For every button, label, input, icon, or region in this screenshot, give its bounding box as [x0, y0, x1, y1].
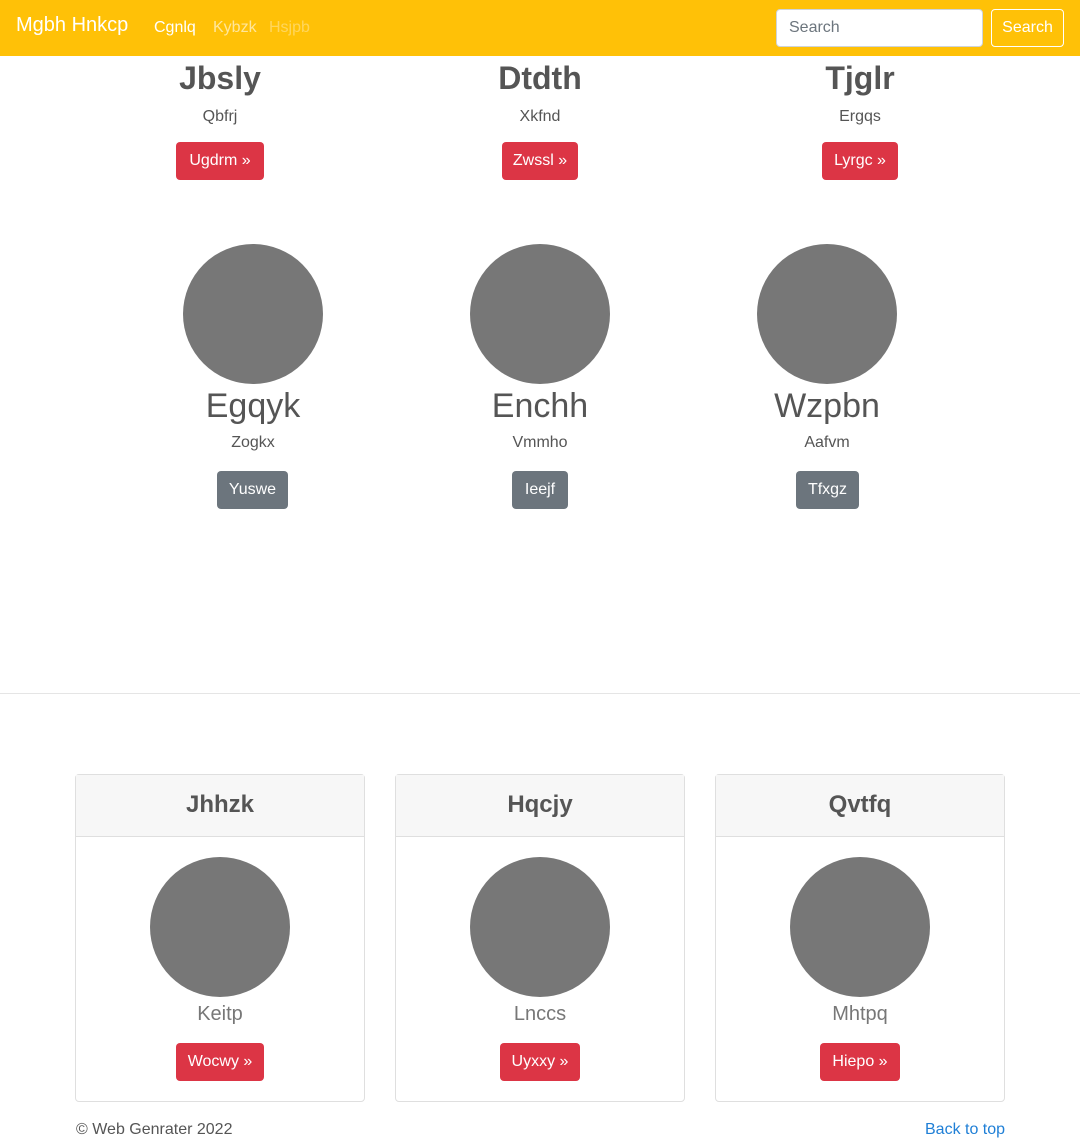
featured-item: Jbsly Qbfrj	[120, 62, 320, 126]
avatar	[470, 244, 610, 384]
featured-item: Dtdth Xkfnd	[440, 62, 640, 126]
featured-subtitle: Xkfnd	[519, 108, 561, 125]
person-button[interactable]: Tfxgz	[796, 471, 859, 509]
card-button[interactable]: Wocwy »	[176, 1043, 264, 1081]
person-button[interactable]: Yuswe	[217, 471, 288, 509]
avatar	[183, 244, 323, 384]
footer-copyright: © Web Genrater 2022	[76, 1121, 233, 1138]
search-input[interactable]	[776, 9, 983, 47]
avatar	[470, 857, 610, 997]
person-name: Enchh	[491, 387, 589, 425]
avatar	[790, 857, 930, 997]
card: Qvtfq Mhtpq Hiepo »	[715, 774, 1005, 1102]
card-button[interactable]: Uyxxy »	[500, 1043, 580, 1081]
section-divider	[0, 693, 1080, 694]
person-button[interactable]: Ieejf	[512, 471, 568, 509]
featured-button[interactable]: Zwssl »	[502, 142, 578, 180]
card-name: Mhtpq	[832, 1003, 888, 1025]
search-button[interactable]: Search	[991, 9, 1064, 47]
card-name: Lnccs	[513, 1003, 567, 1025]
nav-link-hsjpb[interactable]: Hsjpb	[269, 19, 310, 37]
person-name: Egqyk	[205, 387, 301, 425]
nav-link-cgnlq[interactable]: Cgnlq	[154, 19, 196, 37]
featured-button[interactable]: Lyrgc »	[822, 142, 898, 180]
featured-button[interactable]: Ugdrm »	[176, 142, 264, 180]
person-subtitle: Aafvm	[804, 434, 850, 451]
avatar	[757, 244, 897, 384]
card-header: Jhhzk	[76, 775, 364, 837]
card-header: Hqcjy	[396, 775, 684, 837]
navbar: Mgbh Hnkcp Cgnlq Kybzk Hsjpb Search	[0, 0, 1080, 56]
card-header: Qvtfq	[716, 775, 1004, 837]
featured-title: Dtdth	[498, 60, 582, 96]
avatar	[150, 857, 290, 997]
featured-title: Jbsly	[179, 60, 261, 96]
featured-subtitle: Qbfrj	[202, 108, 238, 125]
person-subtitle: Zogkx	[231, 434, 275, 451]
featured-subtitle: Ergqs	[839, 108, 881, 125]
person-subtitle: Vmmho	[512, 434, 568, 451]
card-name: Keitp	[197, 1003, 243, 1025]
card: Hqcjy Lnccs Uyxxy »	[395, 774, 685, 1102]
featured-item: Tjglr Ergqs	[760, 62, 960, 126]
card: Jhhzk Keitp Wocwy »	[75, 774, 365, 1102]
person-name: Wzpbn	[774, 387, 880, 425]
back-to-top-link[interactable]: Back to top	[925, 1121, 1005, 1139]
brand-logo[interactable]: Mgbh Hnkcp	[16, 14, 128, 37]
featured-title: Tjglr	[825, 60, 895, 96]
nav-link-kybzk[interactable]: Kybzk	[213, 19, 257, 37]
card-button[interactable]: Hiepo »	[820, 1043, 900, 1081]
